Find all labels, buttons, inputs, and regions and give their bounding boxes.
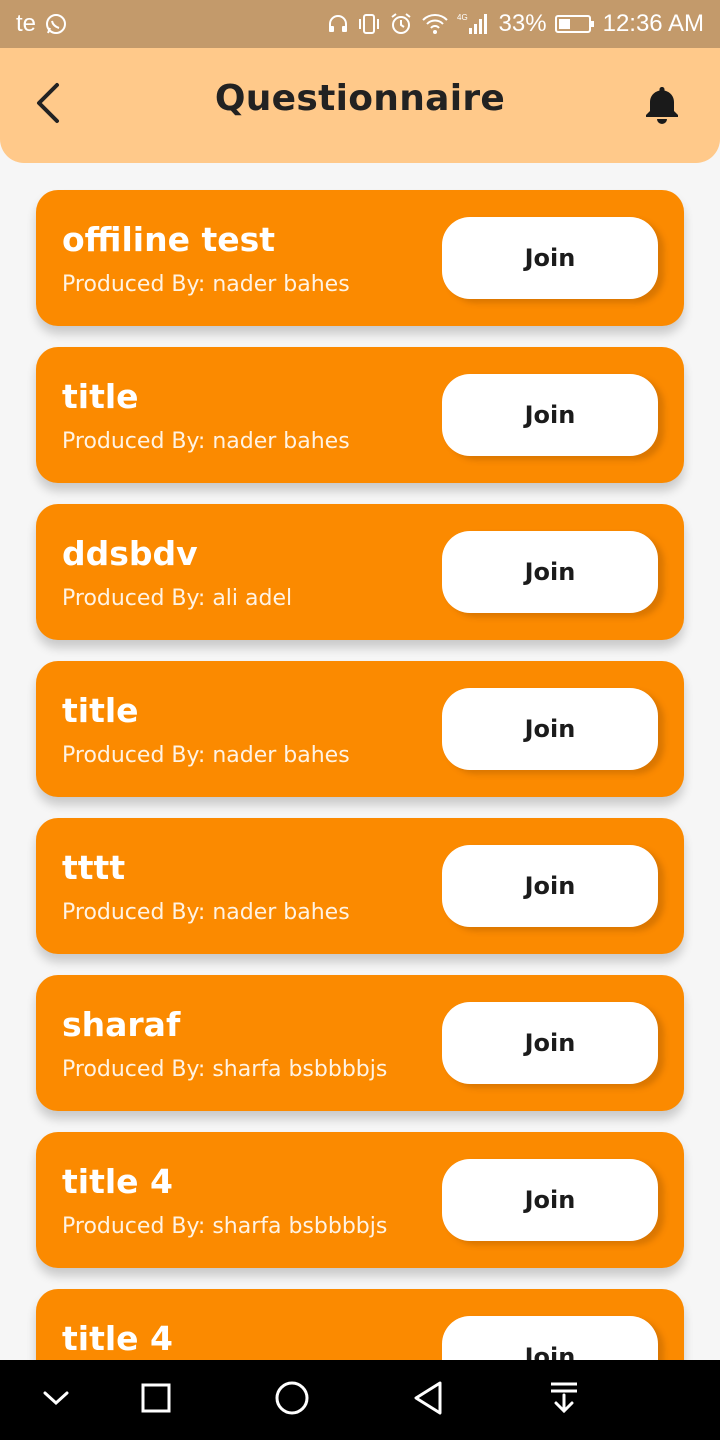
battery-icon <box>554 14 595 34</box>
bell-icon <box>644 84 680 128</box>
questionnaire-title: title 4 <box>62 1162 174 1201</box>
join-button[interactable]: Join <box>442 845 658 927</box>
status-right: 4G 33% 12:36 AM <box>327 10 704 38</box>
join-button[interactable]: Join <box>442 1159 658 1241</box>
join-button[interactable]: Join <box>442 688 658 770</box>
questionnaire-producer: Produced By: nader bahes <box>62 272 350 297</box>
questionnaire-title: title 4 <box>62 1319 174 1358</box>
vibrate-icon <box>357 13 381 35</box>
nav-back-button[interactable] <box>406 1378 450 1422</box>
questionnaire-card: title Produced By: nader bahes Join <box>36 661 684 797</box>
questionnaire-card: ddsbdv Produced By: ali adel Join <box>36 504 684 640</box>
nav-collapse-button[interactable] <box>34 1378 78 1422</box>
join-button[interactable]: Join <box>442 374 658 456</box>
questionnaire-card: title 4 Produced By: sharfa bsbbbbjs Joi… <box>36 1132 684 1268</box>
clock: 12:36 AM <box>602 10 704 37</box>
navigation-bar <box>0 1360 720 1440</box>
status-left: te <box>16 10 68 38</box>
questionnaire-producer: Produced By: nader bahes <box>62 900 350 925</box>
nav-home-button[interactable] <box>270 1378 314 1422</box>
status-bar: te 4G 33% 12:36 AM <box>0 0 720 48</box>
signal-icon: 4G <box>457 12 491 36</box>
questionnaire-title: tttt <box>62 848 126 887</box>
triangle-back-icon <box>412 1380 444 1420</box>
questionnaire-producer: Produced By: ali adel <box>62 586 293 611</box>
nav-notifications-pull-button[interactable] <box>542 1378 586 1422</box>
questionnaire-title: title <box>62 377 139 416</box>
carrier-label: te <box>16 10 37 37</box>
nav-recents-button[interactable] <box>134 1378 178 1422</box>
questionnaire-producer: Produced By: nader bahes <box>62 743 350 768</box>
wifi-icon <box>421 13 449 35</box>
battery-percent: 33% <box>498 10 547 37</box>
join-button[interactable]: Join <box>442 217 658 299</box>
circle-icon <box>274 1380 310 1420</box>
questionnaire-list[interactable]: offiline test Produced By: nader bahes J… <box>0 163 720 1360</box>
questionnaire-card: title 4 Join <box>36 1289 684 1360</box>
join-button[interactable]: Join <box>442 1002 658 1084</box>
alarm-icon <box>389 12 413 36</box>
questionnaire-title: ddsbdv <box>62 534 198 573</box>
questionnaire-producer: Produced By: sharfa bsbbbbjs <box>62 1057 388 1082</box>
questionnaire-producer: Produced By: nader bahes <box>62 429 350 454</box>
svg-text:4G: 4G <box>457 13 468 22</box>
questionnaire-title: offiline test <box>62 220 276 259</box>
download-icon <box>548 1381 580 1419</box>
join-button[interactable]: Join <box>442 531 658 613</box>
headphones-icon <box>327 13 349 35</box>
chevron-down-icon <box>41 1388 71 1412</box>
page-title: Questionnaire <box>214 78 506 119</box>
questionnaire-card: tttt Produced By: nader bahes Join <box>36 818 684 954</box>
questionnaire-card: offiline test Produced By: nader bahes J… <box>36 190 684 326</box>
questionnaire-title: sharaf <box>62 1005 181 1044</box>
questionnaire-title: title <box>62 691 139 730</box>
questionnaire-card: title Produced By: nader bahes Join <box>36 347 684 483</box>
questionnaire-producer: Produced By: sharfa bsbbbbjs <box>62 1214 388 1239</box>
join-button[interactable]: Join <box>442 1316 658 1360</box>
questionnaire-card: sharaf Produced By: sharfa bsbbbbjs Join <box>36 975 684 1111</box>
whatsapp-icon <box>44 12 68 36</box>
app-header: Questionnaire <box>0 48 720 163</box>
notifications-button[interactable] <box>638 82 686 130</box>
square-icon <box>140 1382 172 1418</box>
